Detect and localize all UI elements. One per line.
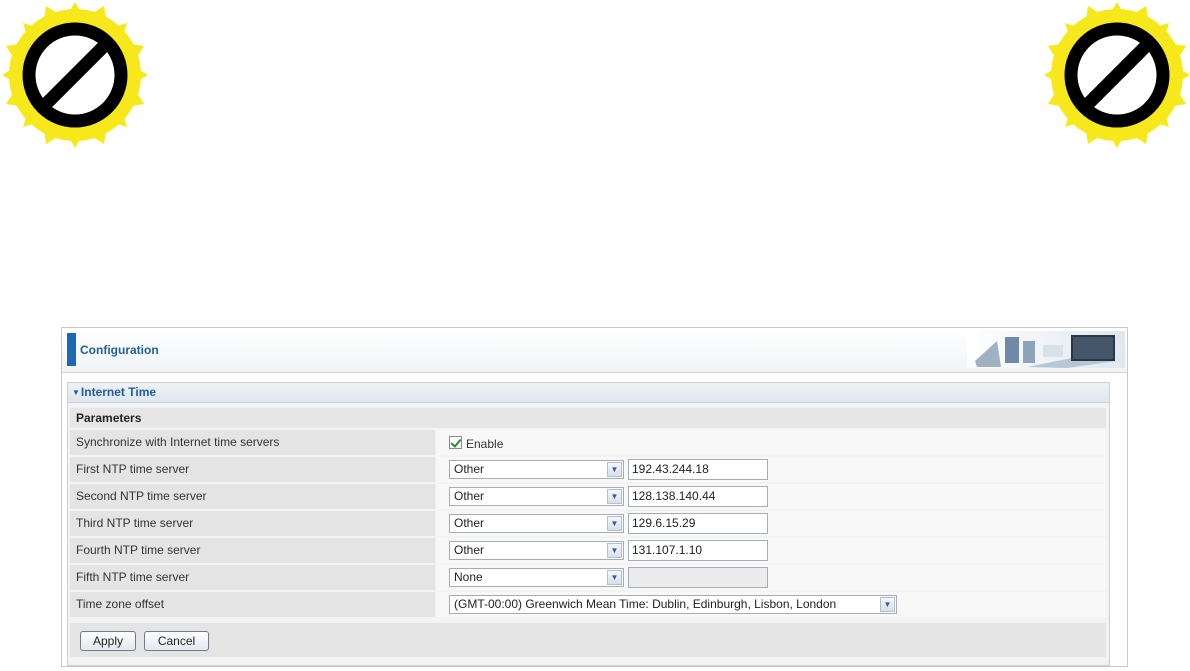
ntp-server-value: Other ▼ 128.138.140.44 [437,484,1106,509]
select-value: Other [454,489,485,503]
select-value: Other [454,516,485,530]
ntp-server-value: Other ▼ 129.6.15.29 [437,511,1106,536]
office-banner-image [967,331,1125,368]
page-title: Configuration [80,343,159,357]
chevron-down-icon[interactable]: ▼ [607,570,622,585]
internet-time-section: ▼Internet Time Parameters Synchronize wi… [67,382,1110,666]
chevron-down-icon[interactable]: ▼ [607,462,622,477]
config-header: Configuration [62,328,1127,373]
table-row: First NTP time server Other ▼ 192.43.244.… [70,457,1106,482]
ntp-server-value: None ▼ [437,565,1106,590]
section-title: Internet Time [80,385,157,399]
ntp-server-3-select[interactable]: Other ▼ [449,514,624,533]
sync-value: Enable [437,430,1106,455]
table-row: Second NTP time server Other ▼ 128.138.14… [70,484,1106,509]
table-row: Third NTP time server Other ▼ 129.6.15.29 [70,511,1106,536]
timezone-label: Time zone offset [70,592,435,617]
table-row: Fourth NTP time server Other ▼ 131.107.1.… [70,538,1106,563]
ntp-server-1-input[interactable]: 192.43.244.18 [628,459,768,480]
ntp-server-4-input[interactable]: 131.107.1.10 [628,540,768,561]
ntp-server-5-select[interactable]: None ▼ [449,568,624,587]
timezone-value: (GMT-00:00) Greenwich Mean Time: Dublin,… [437,592,1106,617]
chevron-down-icon[interactable]: ▼ [607,516,622,531]
sync-label: Synchronize with Internet time servers [70,430,435,455]
ntp-server-value: Other ▼ 192.43.244.18 [437,457,1106,482]
ntp-server-label: First NTP time server [70,457,435,482]
select-value: Other [454,462,485,476]
prohibited-icon [1044,2,1190,148]
chevron-down-icon[interactable]: ▼ [880,597,895,612]
table-row: Synchronize with Internet time servers E… [70,430,1106,455]
table-row: Fifth NTP time server None ▼ [70,565,1106,590]
ntp-server-5-input [628,567,768,588]
ntp-server-label: Third NTP time server [70,511,435,536]
ntp-server-3-input[interactable]: 129.6.15.29 [628,513,768,534]
config-panel: Configuration ▼Internet Time Parameters [61,327,1128,667]
header-accent-bar [67,333,76,366]
cancel-button[interactable]: Cancel [144,631,209,651]
ntp-server-4-select[interactable]: Other ▼ [449,541,624,560]
select-value: None [454,570,483,584]
section-header[interactable]: ▼Internet Time [68,383,1109,403]
chevron-down-icon[interactable]: ▼ [607,543,622,558]
collapse-triangle-icon[interactable]: ▼ [72,388,80,397]
timezone-select[interactable]: (GMT-00:00) Greenwich Mean Time: Dublin,… [449,595,897,614]
enable-checkbox[interactable] [449,436,462,449]
parameters-table: Synchronize with Internet time servers E… [70,430,1106,619]
ntp-server-1-select[interactable]: Other ▼ [449,460,624,479]
ntp-server-label: Second NTP time server [70,484,435,509]
enable-label: Enable [466,436,504,451]
chevron-down-icon[interactable]: ▼ [607,489,622,504]
ntp-server-label: Fifth NTP time server [70,565,435,590]
ntp-server-2-input[interactable]: 128.138.140.44 [628,486,768,507]
select-value: (GMT-00:00) Greenwich Mean Time: Dublin,… [454,597,837,611]
table-row: Time zone offset (GMT-00:00) Greenwich M… [70,592,1106,617]
prohibited-icon [2,2,148,148]
parameters-header: Parameters [70,408,1106,428]
ntp-server-label: Fourth NTP time server [70,538,435,563]
button-bar: Apply Cancel [70,623,1106,657]
apply-button[interactable]: Apply [80,631,136,651]
ntp-server-value: Other ▼ 131.107.1.10 [437,538,1106,563]
select-value: Other [454,543,485,557]
ntp-server-2-select[interactable]: Other ▼ [449,487,624,506]
